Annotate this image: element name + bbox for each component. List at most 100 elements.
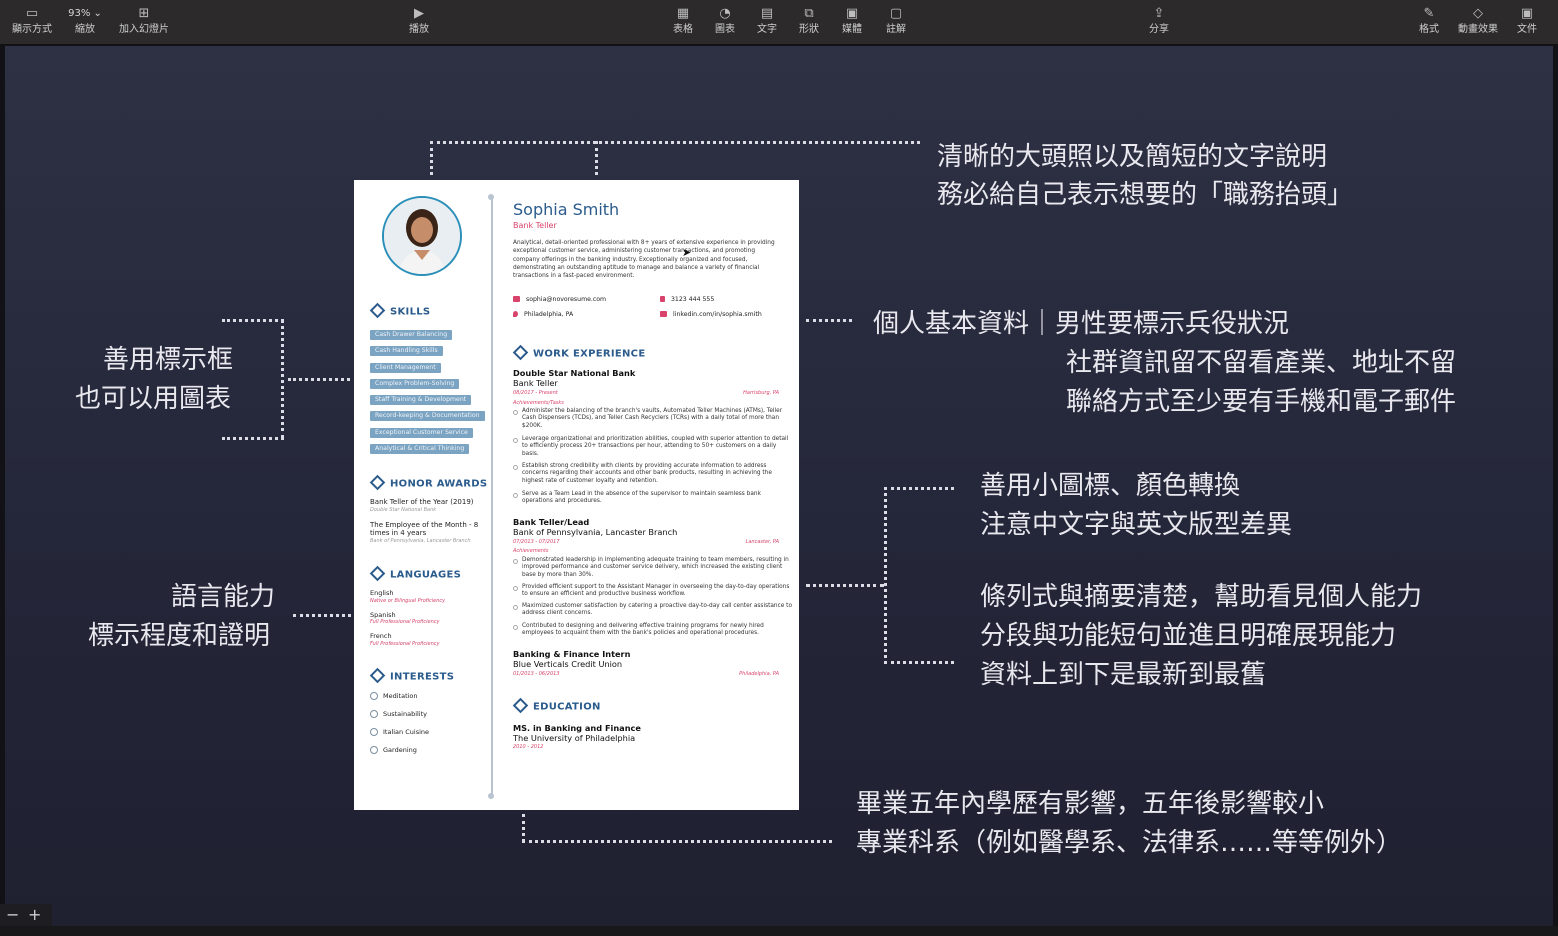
connector-line: [430, 141, 920, 144]
annotation-icons-1[interactable]: 善用小圖標、顏色轉換: [980, 467, 1240, 506]
resume-summary: Analytical, detail-oriented professional…: [513, 240, 775, 280]
connector-line: [806, 584, 884, 587]
recycle-icon: [370, 710, 378, 718]
connector-line: [522, 814, 525, 842]
annotation-edu-2[interactable]: 專業科系（例如醫學系、法律系……等等例外）: [856, 824, 1402, 863]
job-bullet: Contributed to designing and delivering …: [513, 623, 792, 638]
connector-line: [522, 840, 832, 843]
shape-button[interactable]: ⧉ 形狀: [794, 6, 824, 36]
job-company: Double Star National Bank: [513, 368, 636, 378]
connector-line: [595, 141, 598, 175]
connector-line: [293, 614, 351, 617]
toolbar: ▭ 顯示方式 93% ⌄ 縮放 ⊞ 加入幻燈片 ▶ 播放 ▦ 表格 ◔ 圖表 ▤…: [0, 0, 1558, 45]
languages-heading: LANGUAGES: [369, 565, 461, 582]
zoom-controls: − +: [0, 904, 52, 926]
interest-item: Sustainability: [370, 710, 427, 718]
annotation-bullets-3[interactable]: 資料上到下是最新到最舊: [980, 656, 1266, 695]
contact-linkedin: linkedin.com/in/sophia.smith: [660, 311, 762, 319]
annotation-bullets-1[interactable]: 條列式與摘要清楚，幫助看見個人能力: [980, 578, 1422, 617]
language-level: Full Professional Proficiency: [370, 619, 440, 625]
resume-image[interactable]: Sophia Smith Bank Teller Analytical, det…: [354, 180, 799, 810]
contact-location: Philadelphia, PA: [513, 311, 573, 319]
connector-line: [430, 141, 433, 175]
language-name: English: [370, 589, 394, 597]
award-issuer: Bank of Pennsylvania, Lancaster Branch: [370, 538, 471, 544]
text-icon: ▤: [760, 6, 774, 21]
divider-dot: [488, 194, 494, 200]
diamond-icon: [369, 667, 386, 684]
comment-icon: ▢: [889, 6, 903, 21]
zoom-button[interactable]: 93% ⌄ 縮放: [62, 6, 108, 36]
text-button[interactable]: ▤ 文字: [752, 6, 782, 36]
media-button[interactable]: ▣ 媒體: [837, 6, 867, 36]
award-title: Bank Teller of the Year (2019): [370, 498, 474, 506]
connector-line: [884, 487, 887, 664]
share-icon: ⇪: [1153, 6, 1165, 21]
annotation-skills-1[interactable]: 善用標示框: [103, 341, 233, 380]
annotation-contact-2[interactable]: 社群資訊留不留看產業、地址不留: [1066, 344, 1456, 383]
language-level: Full Professional Proficiency: [370, 641, 440, 647]
annotation-photo-2[interactable]: 務必給自己表示想要的「職務抬頭」: [937, 176, 1353, 215]
chart-button[interactable]: ◔ 圖表: [710, 6, 740, 36]
job-location: Harrisburg, PA: [743, 390, 779, 396]
connector-line: [222, 437, 284, 440]
play-button[interactable]: ▶ 播放: [404, 6, 434, 36]
annotation-contact-1[interactable]: 個人基本資料｜男性要標示兵役狀況: [873, 305, 1289, 344]
interest-item: Meditation: [370, 692, 418, 700]
zoom-out-button[interactable]: −: [6, 904, 19, 926]
format-button[interactable]: ✎ 格式: [1414, 6, 1444, 36]
job-subheading: Achievements: [513, 548, 549, 554]
annotation-icons-2[interactable]: 注意中文字與英文版型差異: [980, 506, 1292, 545]
annotation-edu-1[interactable]: 畢業五年內學歷有影響，五年後影響較小: [856, 785, 1324, 824]
document-button[interactable]: ▣ 文件: [1512, 6, 1542, 36]
interest-item: Gardening: [370, 746, 417, 754]
job-dates: 07/2013 - 07/2017: [513, 539, 560, 545]
job-location: Lancaster, PA: [745, 539, 779, 545]
view-button[interactable]: ▭ 顯示方式: [12, 6, 52, 36]
award-issuer: Double Star National Bank: [370, 507, 437, 513]
annotation-skills-2[interactable]: 也可以用圖表: [75, 380, 231, 419]
annotation-lang-1[interactable]: 語言能力: [171, 578, 275, 617]
skill-chip: Client Management: [370, 363, 441, 373]
sidebar-icon: ▭: [25, 6, 39, 21]
mouse-cursor-icon: ➤: [682, 246, 692, 259]
connector-line: [884, 487, 954, 490]
gardening-icon: [370, 746, 378, 754]
job-dates: 08/2017 - Present: [513, 390, 558, 396]
annotation-lang-2[interactable]: 標示程度和證明: [88, 617, 270, 656]
annotation-bullets-2[interactable]: 分段與功能短句並進且明確展現能力: [980, 617, 1396, 656]
skill-chip: Staff Training & Development: [370, 395, 472, 405]
skill-chip: Cash Handling Skills: [370, 346, 443, 356]
annotation-contact-3[interactable]: 聯絡方式至少要有手機和電子郵件: [1066, 383, 1456, 422]
contact-email: sophia@novoresume.com: [513, 296, 606, 304]
job-bullet: Demonstrated leadership in implementing …: [513, 557, 792, 579]
document-icon: ▣: [1520, 6, 1534, 21]
add-slide-button[interactable]: ⊞ 加入幻燈片: [118, 6, 170, 36]
skill-chip: Cash Drawer Balancing: [370, 330, 453, 340]
animate-button[interactable]: ◇ 動畫效果: [1456, 6, 1500, 36]
skill-chip: Complex Problem-Solving: [370, 379, 460, 389]
table-button[interactable]: ▦ 表格: [668, 6, 698, 36]
job-location: Philadelphia, PA: [739, 671, 779, 677]
job-role: Blue Verticals Credit Union: [513, 659, 623, 669]
diamond-icon: [369, 474, 386, 491]
interests-heading: INTERESTS: [369, 667, 454, 684]
edu-degree: MS. in Banking and Finance: [513, 723, 641, 733]
job-bullet: Establish strong credibility with client…: [513, 463, 792, 485]
shape-icon: ⧉: [804, 6, 814, 21]
share-button[interactable]: ⇪ 分享: [1144, 6, 1174, 36]
annotation-photo-1[interactable]: 清晰的大頭照以及簡短的文字說明: [937, 138, 1327, 177]
award-title: times in 4 years: [370, 529, 427, 537]
email-icon: [513, 296, 520, 302]
paintbrush-icon: ✎: [1423, 6, 1435, 21]
comment-button[interactable]: ▢ 註解: [881, 6, 911, 36]
zoom-value[interactable]: 93% ⌄: [65, 6, 105, 22]
job-role: Bank Teller: [513, 378, 558, 388]
divider-dot: [488, 793, 494, 799]
skills-heading: SKILLS: [369, 302, 430, 319]
language-name: French: [370, 632, 392, 640]
resume-name: Sophia Smith: [513, 200, 620, 219]
zoom-in-button[interactable]: +: [28, 904, 41, 926]
chart-icon: ◔: [719, 6, 731, 21]
job-subheading: Achievements/Tasks: [513, 400, 564, 406]
